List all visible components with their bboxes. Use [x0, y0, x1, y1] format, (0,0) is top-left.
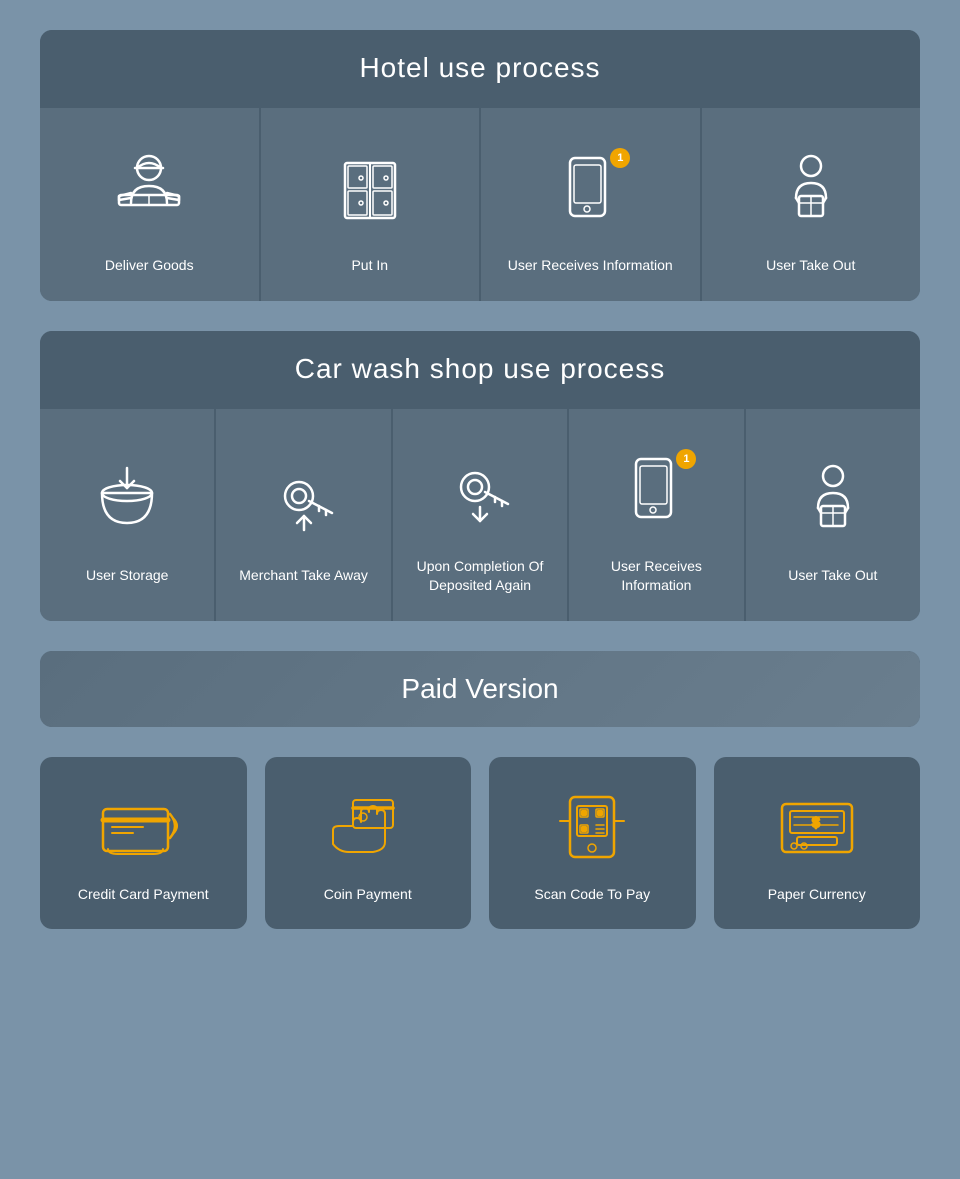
payment-coin: Coin Payment — [265, 757, 472, 930]
carwash-title: Car wash shop use process — [60, 353, 900, 385]
hotel-item-deliver: Deliver Goods — [40, 108, 261, 301]
carwash-header: Car wash shop use process — [40, 331, 920, 407]
carwash-item-storage: User Storage — [40, 409, 216, 621]
carwash-item-notify-label: User Receives Information — [584, 557, 728, 596]
scan-icon — [542, 787, 642, 867]
payment-row: Credit Card Payment Coin Payment — [40, 757, 920, 950]
hotel-title: Hotel use process — [60, 52, 900, 84]
hotel-item-putin-label: Put In — [351, 256, 388, 276]
payment-cash: $ Paper Currency — [714, 757, 921, 930]
carwash-item-takeout-label: User Take Out — [788, 566, 877, 586]
carwash-item-merchant: Merchant Take Away — [216, 409, 392, 621]
key-up-icon — [254, 448, 354, 548]
paid-section: Paid Version — [40, 651, 920, 727]
payment-scan-label: Scan Code To Pay — [534, 885, 650, 905]
paid-title: Paid Version — [62, 673, 898, 705]
carwash-item-deposit: Upon Completion Of Deposited Again — [393, 409, 569, 621]
hotel-item-takeout: User Take Out — [702, 108, 921, 301]
storage-icon — [77, 448, 177, 548]
locker-icon — [320, 138, 420, 238]
key-down-icon — [430, 439, 530, 539]
hotel-item-notify: 1 User Receives Information — [481, 108, 702, 301]
carwash-item-storage-label: User Storage — [86, 566, 168, 586]
deliver-icon — [99, 138, 199, 238]
phone-notify2-icon: 1 — [606, 439, 706, 539]
hotel-item-deliver-label: Deliver Goods — [105, 256, 194, 276]
hotel-items-row: Deliver Goods — [40, 106, 920, 301]
payment-credit-card: Credit Card Payment — [40, 757, 247, 930]
payment-coin-label: Coin Payment — [324, 885, 412, 905]
carwash-items-row: User Storage Merchant Tak — [40, 407, 920, 621]
carwash-item-deposit-label: Upon Completion Of Deposited Again — [408, 557, 552, 596]
payment-credit-label: Credit Card Payment — [78, 885, 209, 905]
carwash-section: Car wash shop use process User Storage — [40, 331, 920, 621]
paid-header: Paid Version — [40, 651, 920, 727]
user-box-icon — [761, 138, 861, 238]
hotel-item-putin: Put In — [261, 108, 482, 301]
carwash-item-notify: 1 User Receives Information — [569, 409, 745, 621]
user-box2-icon — [783, 448, 883, 548]
hotel-header: Hotel use process — [40, 30, 920, 106]
phone-notify-icon: 1 — [540, 138, 640, 238]
carwash-item-merchant-label: Merchant Take Away — [239, 566, 368, 586]
hotel-item-takeout-label: User Take Out — [766, 256, 855, 276]
hotel-item-notify-label: User Receives Information — [508, 256, 673, 276]
hotel-section: Hotel use process — [40, 30, 920, 301]
credit-card-icon — [93, 787, 193, 867]
payment-cash-label: Paper Currency — [768, 885, 866, 905]
payment-scan: Scan Code To Pay — [489, 757, 696, 930]
coin-icon — [318, 787, 418, 867]
cash-icon: $ — [767, 787, 867, 867]
carwash-item-takeout: User Take Out — [746, 409, 920, 621]
